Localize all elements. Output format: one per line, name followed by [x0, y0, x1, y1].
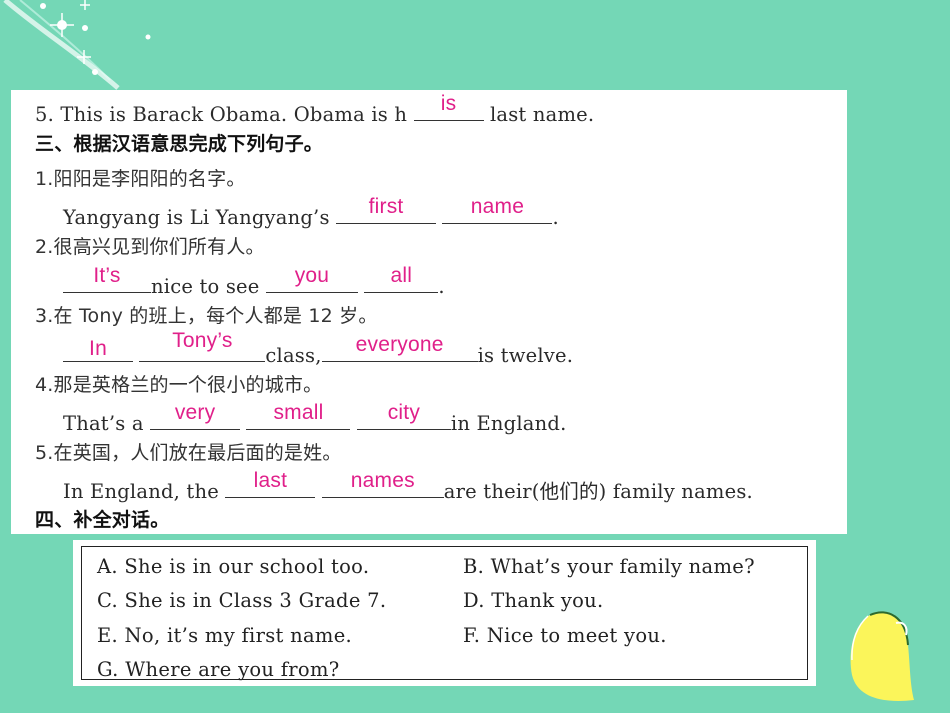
item5-english: In England, the last names are their(他们的)… — [63, 469, 753, 504]
answer-blank[interactable]: It’s — [63, 264, 151, 293]
item-number: 5. — [35, 442, 54, 464]
item4-chinese: 4.那是英格兰的一个很小的城市。 — [35, 373, 322, 397]
sentence-text: In England, the — [63, 480, 219, 503]
choice-f: F. Nice to meet you. — [463, 624, 667, 648]
sentence-text: is twelve. — [477, 344, 574, 367]
answer-blank[interactable]: very — [150, 401, 241, 430]
sentence-text: . — [552, 206, 559, 229]
item3-english: In Tony’s class, everyone is twelve. — [63, 329, 574, 368]
sentence-text: last name. — [489, 103, 595, 126]
choice-c: C. She is in Class 3 Grade 7. — [97, 589, 386, 613]
choice-label: C. — [97, 589, 119, 612]
sentence-text: . — [438, 275, 445, 298]
choice-text: Nice to meet you. — [486, 624, 667, 647]
answer-text: In — [89, 337, 107, 360]
item5-chinese: 5.在英国，人们放在最后面的是姓。 — [35, 441, 342, 465]
answer-blank[interactable]: names — [321, 469, 444, 498]
item2-chinese: 2.很高兴见到你们所有人。 — [35, 235, 265, 259]
answer-text: It’s — [93, 264, 121, 287]
answer-text: last — [253, 469, 288, 492]
choices-panel: A. She is in our school too. B. What’s y… — [73, 540, 816, 686]
answer-text: you — [294, 264, 330, 287]
chinese-prompt: 很高兴见到你们所有人。 — [53, 236, 265, 258]
answer-text: names — [350, 469, 415, 492]
sentence-text: class, — [265, 344, 322, 367]
item1-english: Yangyang is Li Yangyang’s first name. — [63, 195, 559, 230]
sentence-text: This is Barack Obama. Obama is h — [60, 103, 408, 126]
item1-chinese: 1.阳阳是李阳阳的名字。 — [35, 167, 246, 191]
answer-blank[interactable]: Tony’s — [139, 329, 266, 362]
choice-label: E. — [97, 624, 119, 647]
choice-g: G. Where are you from? — [97, 658, 340, 682]
choice-text: No, it’s my first name. — [124, 624, 353, 647]
lemon-decoration — [850, 611, 914, 701]
choice-d: D. Thank you. — [463, 589, 604, 613]
sentence-text: are their(他们的) family names. — [443, 480, 753, 503]
item-number: 2. — [35, 236, 54, 258]
answer-blank[interactable]: all — [364, 264, 439, 293]
answer-blank[interactable]: is — [413, 92, 484, 121]
sparkle-decoration — [3, 0, 151, 90]
answer-blank[interactable]: In — [63, 337, 133, 362]
item-number: 3. — [35, 305, 54, 327]
choice-label: G. — [97, 658, 119, 681]
choice-label: A. — [97, 555, 118, 578]
item3-chinese: 3.在 Tony 的班上，每个人都是 12 岁。 — [35, 304, 378, 328]
answer-blank[interactable]: first — [336, 195, 437, 224]
choice-text: She is in Class 3 Grade 7. — [124, 589, 387, 612]
answer-text: city — [387, 401, 421, 424]
section3-heading: 三、根据汉语意思完成下列句子。 — [35, 133, 324, 155]
item4-english: That’s a very small city in England. — [63, 401, 567, 436]
answer-blank[interactable]: city — [356, 401, 451, 430]
chinese-prompt: 在英国，人们放在最后面的是姓。 — [53, 442, 342, 464]
answer-blank[interactable]: name — [442, 195, 553, 224]
choice-label: F. — [463, 624, 481, 647]
sentence-text: Yangyang is Li Yangyang’s — [63, 206, 330, 229]
choice-label: D. — [463, 589, 485, 612]
choice-text: What’s your family name? — [490, 555, 755, 578]
sentence-text: in England. — [450, 412, 567, 435]
answer-blank[interactable]: last — [225, 469, 316, 498]
answer-text: small — [273, 401, 324, 424]
choice-b: B. What’s your family name? — [463, 555, 755, 579]
choice-text: Where are you from? — [125, 658, 340, 681]
item-number: 1. — [35, 168, 54, 190]
sentence-text: nice to see — [151, 275, 260, 298]
answer-text: all — [390, 264, 413, 287]
answer-blank[interactable]: everyone — [321, 333, 478, 362]
item-number: 4. — [35, 374, 54, 396]
answer-text: name — [470, 195, 525, 218]
answer-text: Tony’s — [172, 329, 233, 352]
choice-e: E. No, it’s my first name. — [97, 624, 352, 648]
answer-text: very — [174, 401, 216, 424]
answer-text: everyone — [355, 333, 444, 356]
chinese-prompt: 在 Tony 的班上，每个人都是 12 岁。 — [53, 305, 378, 327]
worksheet-panel: 5. This is Barack Obama. Obama is h is l… — [11, 90, 847, 534]
choice-text: She is in our school too. — [124, 555, 370, 578]
answer-blank[interactable]: you — [265, 264, 358, 293]
choices-box: A. She is in our school too. B. What’s y… — [81, 546, 808, 682]
answer-text: first — [368, 195, 404, 218]
choice-text: Thank you. — [491, 589, 604, 612]
answer-text: is — [440, 92, 457, 115]
chinese-prompt: 那是英格兰的一个很小的城市。 — [53, 374, 323, 396]
choice-a: A. She is in our school too. — [97, 555, 369, 579]
sentence-text: That’s a — [63, 412, 144, 435]
choice-label: B. — [463, 555, 485, 578]
item-number: 5. — [35, 103, 55, 126]
answer-blank[interactable]: small — [246, 401, 351, 430]
section4-heading: 四、补全对话。 — [35, 509, 170, 531]
item2-english: It’s nice to see you all. — [63, 264, 445, 299]
chinese-prompt: 阳阳是李阳阳的名字。 — [53, 168, 246, 190]
prev-item-5: 5. This is Barack Obama. Obama is h is l… — [35, 92, 595, 127]
